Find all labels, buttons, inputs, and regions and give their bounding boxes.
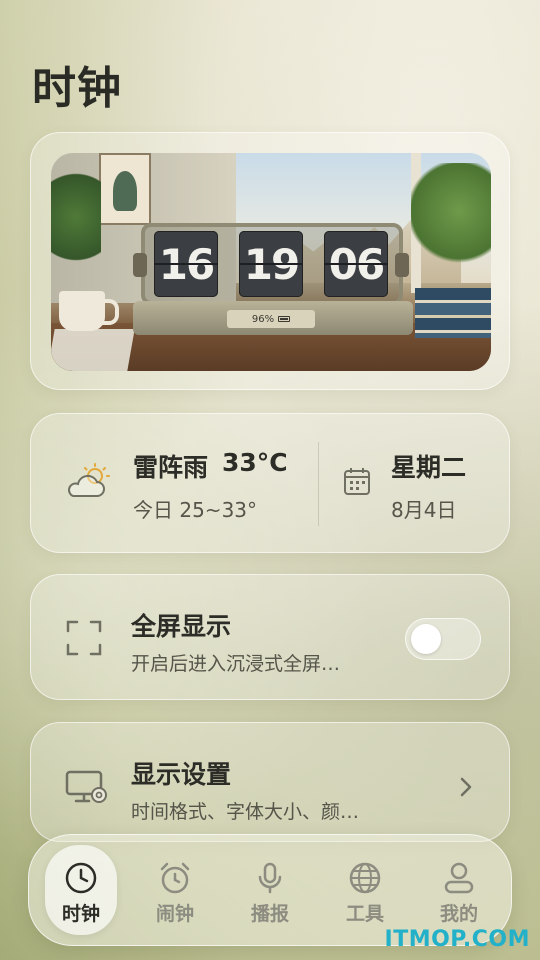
flip-seconds: 06: [324, 231, 388, 297]
alarm-icon: [160, 862, 190, 894]
hero-books: [415, 288, 491, 338]
flip-clock-knob-right: [395, 253, 409, 277]
flip-hours: 16: [154, 231, 218, 297]
globe-icon: [349, 862, 381, 894]
hero-cloth: [51, 329, 135, 371]
partly-cloudy-icon: [68, 463, 110, 497]
display-settings-card[interactable]: 显示设置 时间格式、字体大小、颜…: [30, 722, 510, 842]
nav-label-tools: 工具: [345, 903, 384, 925]
chevron-right-icon[interactable]: [459, 775, 473, 799]
hero-poster: [99, 153, 151, 225]
weather-main: 雷阵雨 33°C: [133, 448, 288, 484]
nav-item-alarm[interactable]: 闹钟: [129, 845, 221, 935]
weather-condition: 雷阵雨: [133, 453, 209, 482]
battery-icon: [278, 316, 291, 322]
flip-minutes: 19: [239, 231, 303, 297]
fullscreen-title: 全屏显示: [131, 612, 232, 641]
hero-cup: [59, 291, 119, 331]
nav-item-tools[interactable]: 工具: [319, 845, 411, 935]
nav-label-broadcast: 播报: [250, 903, 289, 925]
card-divider: [318, 442, 319, 526]
date-label: 8月4日: [391, 498, 457, 522]
weather-temperature: 33°C: [222, 448, 288, 477]
toggle-knob: [411, 624, 441, 654]
nav-label-alarm: 闹钟: [155, 903, 194, 925]
weather-range: 今日 25~33°: [133, 498, 258, 522]
clock-icon: [65, 862, 97, 894]
monitor-settings-icon: [65, 770, 107, 803]
page-title: 时钟: [32, 63, 122, 114]
nav-item-mine[interactable]: 我的: [413, 845, 505, 935]
user-icon: [444, 862, 474, 894]
watermark: ITMOP.COM: [384, 927, 530, 952]
weekday-label: 星期二: [391, 453, 467, 482]
microphone-icon: [258, 862, 282, 894]
display-settings-title: 显示设置: [131, 760, 232, 789]
nav-item-broadcast[interactable]: 播报: [224, 845, 316, 935]
fullscreen-toggle[interactable]: [405, 618, 481, 660]
flip-clock-knob-left: [133, 253, 147, 277]
nav-label-clock: 时钟: [61, 903, 100, 925]
display-settings-subtitle: 时间格式、字体大小、颜…: [131, 801, 360, 823]
battery-indicator: 96%: [227, 310, 315, 328]
clock-hero-card[interactable]: 16 19 06 96%: [30, 132, 510, 390]
fullscreen-icon: [66, 620, 102, 656]
clock-hero-image: 16 19 06 96%: [51, 153, 491, 371]
fullscreen-subtitle: 开启后进入沉浸式全屏…: [131, 653, 341, 675]
nav-label-mine: 我的: [439, 903, 478, 925]
weather-date-card[interactable]: 雷阵雨 33°C 今日 25~33° 星期二 8月4日: [30, 413, 510, 553]
battery-percent: 96%: [251, 313, 275, 325]
hero-plant-right: [411, 163, 491, 283]
calendar-icon: [344, 468, 370, 495]
hero-plant-left: [51, 173, 101, 283]
nav-item-clock[interactable]: 时钟: [45, 845, 117, 935]
fullscreen-card[interactable]: 全屏显示 开启后进入沉浸式全屏…: [30, 574, 510, 700]
